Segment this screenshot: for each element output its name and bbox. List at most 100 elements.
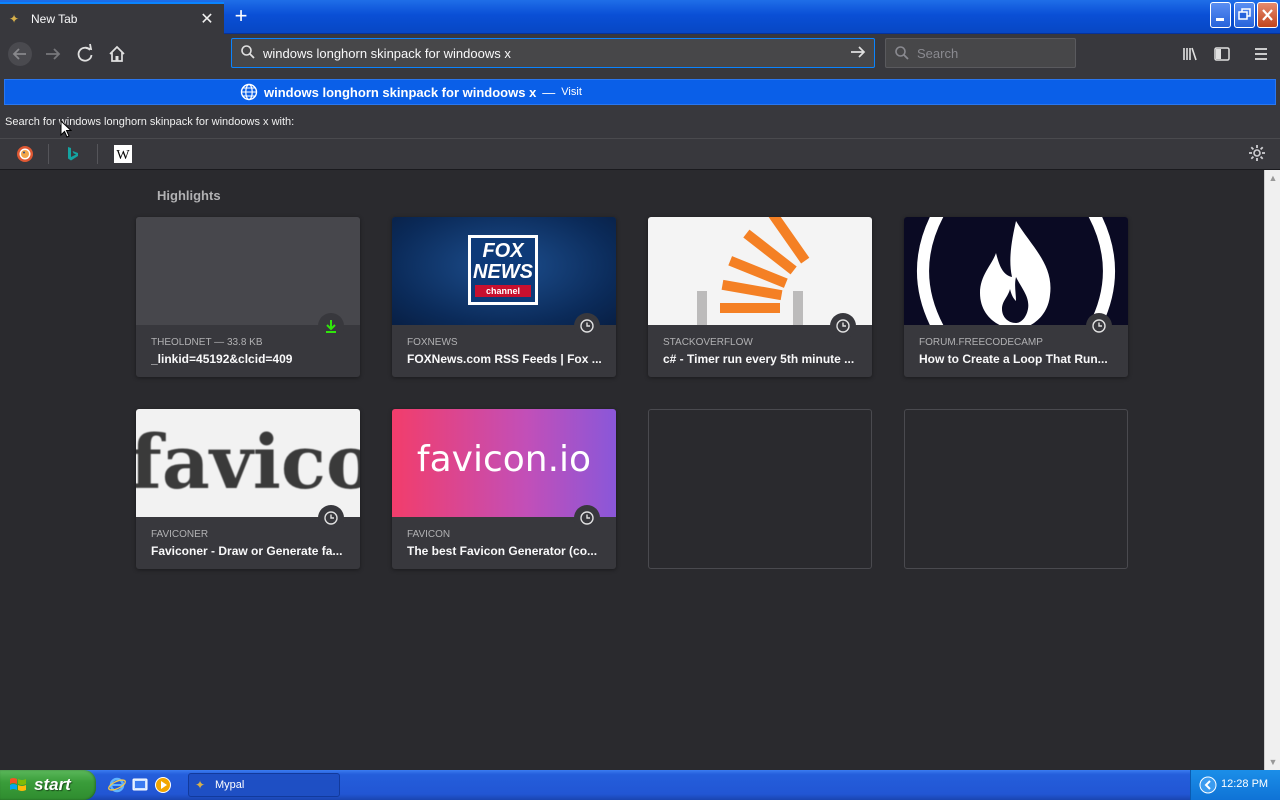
faviconer-logo-text: favico xyxy=(136,420,360,506)
search-bar[interactable] xyxy=(885,38,1076,68)
reload-button[interactable] xyxy=(72,41,98,67)
library-button[interactable] xyxy=(1177,41,1203,67)
gear-icon xyxy=(1249,145,1265,161)
card-title: How to Create a Loop That Run... xyxy=(919,352,1108,366)
reload-icon xyxy=(77,43,93,62)
card-thumbnail xyxy=(136,217,360,325)
windows-flag-icon xyxy=(10,778,26,791)
highlight-card[interactable]: STACKOVERFLOW c# - Timer run every 5th m… xyxy=(648,217,872,377)
download-icon xyxy=(326,320,336,333)
card-thumbnail: FOX NEWS channel xyxy=(392,217,616,325)
search-icon xyxy=(895,46,909,60)
clock-badge xyxy=(574,313,600,339)
engine-settings-button[interactable] xyxy=(1248,144,1266,162)
back-button[interactable] xyxy=(7,41,33,67)
start-button[interactable]: start xyxy=(0,770,96,800)
card-title: Faviconer - Draw or Generate fa... xyxy=(151,544,343,558)
card-source: FAVICON xyxy=(407,529,451,540)
card-thumbnail: favico xyxy=(136,409,360,517)
taskbar-item-mypal[interactable]: ✦ Mypal xyxy=(188,773,340,797)
show-desktop-icon[interactable] xyxy=(131,776,149,794)
library-icon xyxy=(1183,47,1197,61)
engine-separator xyxy=(97,144,98,164)
tab-close-button[interactable]: ✕ xyxy=(198,9,216,29)
go-arrow-icon xyxy=(851,46,866,58)
fox-logo-line2: NEWS xyxy=(473,261,533,283)
mouse-cursor-icon xyxy=(60,120,72,138)
suggestion-text: windows longhorn skinpack for windoows x xyxy=(264,84,537,100)
card-title: _linkid=45192&clcid=409 xyxy=(151,352,293,366)
clock-icon xyxy=(1092,319,1106,333)
home-icon xyxy=(109,45,125,62)
hamburger-menu-icon xyxy=(1255,48,1267,60)
media-player-icon[interactable] xyxy=(154,776,172,794)
start-label: start xyxy=(34,775,71,794)
home-button[interactable] xyxy=(104,41,130,67)
tab-title: New Tab xyxy=(31,12,78,26)
engine-separator xyxy=(48,144,49,164)
card-source: THEOLDNET — 33.8 KB xyxy=(151,337,263,348)
title-bar: ✦ New Tab ✕ + xyxy=(0,0,1280,34)
empty-highlight-slot xyxy=(904,409,1128,569)
taskbar: start ✦ Mypal 12:28 PM xyxy=(0,770,1280,800)
freecodecamp-logo xyxy=(917,217,1115,325)
search-engine-bar: W xyxy=(0,138,1280,166)
card-source: STACKOVERFLOW xyxy=(663,337,753,348)
download-badge xyxy=(318,313,344,339)
card-title: FOXNews.com RSS Feeds | Fox ... xyxy=(407,352,602,366)
tab-new-tab[interactable]: ✦ New Tab ✕ xyxy=(0,2,224,34)
empty-highlight-slot xyxy=(648,409,872,569)
minimize-button[interactable] xyxy=(1210,2,1231,28)
window-close-button[interactable] xyxy=(1257,2,1278,28)
new-tab-button[interactable]: + xyxy=(230,5,252,28)
go-button[interactable] xyxy=(848,42,868,62)
highlight-card[interactable]: THEOLDNET — 33.8 KB _linkid=45192&clcid=… xyxy=(136,217,360,377)
url-input[interactable] xyxy=(263,39,843,67)
suggestion-row[interactable]: windows longhorn skinpack for windoows x… xyxy=(4,79,1276,105)
url-bar[interactable] xyxy=(231,38,875,68)
visit-label: Visit xyxy=(561,86,582,98)
forward-arrow-icon xyxy=(46,48,61,60)
highlight-card[interactable]: FORUM.FREECODECAMP How to Create a Loop … xyxy=(904,217,1128,377)
scroll-down-arrow-icon[interactable]: ▼ xyxy=(1265,754,1280,770)
wikipedia-icon[interactable]: W xyxy=(114,145,132,163)
highlights-heading: Highlights xyxy=(157,188,221,203)
clock-badge xyxy=(830,313,856,339)
bing-icon[interactable] xyxy=(64,145,82,163)
suggestion-dash: — xyxy=(542,84,556,100)
clock-badge xyxy=(574,505,600,531)
fox-logo-line3: channel xyxy=(475,285,531,297)
vertical-scrollbar[interactable]: ▲ ▼ xyxy=(1264,170,1280,770)
clock-badge xyxy=(318,505,344,531)
highlight-card[interactable]: favicon.io FAVICON The best Favicon Gene… xyxy=(392,409,616,569)
clock: 12:28 PM xyxy=(1221,778,1269,790)
sidebar-toggle-button[interactable] xyxy=(1209,41,1235,67)
new-tab-content: Highlights THEOLDNET — 33.8 KB _linkid=4… xyxy=(0,170,1264,770)
highlight-card[interactable]: FOX NEWS channel FOXNEWS FOXNews.com RSS… xyxy=(392,217,616,377)
card-thumbnail: favicon.io xyxy=(392,409,616,517)
fox-news-logo: FOX NEWS channel xyxy=(468,235,538,305)
taskbar-item-label: Mypal xyxy=(215,779,245,791)
card-source: FOXNEWS xyxy=(407,337,458,348)
clock-icon xyxy=(580,511,594,525)
card-source: FAVICONER xyxy=(151,529,209,540)
restore-button[interactable] xyxy=(1234,2,1255,28)
fox-logo-line1: FOX xyxy=(482,240,524,262)
clock-icon xyxy=(836,319,850,333)
scroll-up-arrow-icon[interactable]: ▲ xyxy=(1265,170,1280,186)
duckduckgo-icon[interactable] xyxy=(16,145,34,163)
clock-icon xyxy=(324,511,338,525)
forward-button[interactable] xyxy=(40,41,66,67)
highlight-card[interactable]: favico FAVICONER Faviconer - Draw or Gen… xyxy=(136,409,360,569)
tray-arrow-icon[interactable] xyxy=(1199,776,1217,794)
search-with-label: Search for windows longhorn skinpack for… xyxy=(5,116,295,128)
navigation-toolbar xyxy=(0,34,1280,74)
menu-button[interactable] xyxy=(1248,41,1274,67)
clock-badge xyxy=(1086,313,1112,339)
card-title: The best Favicon Generator (co... xyxy=(407,544,598,558)
clock-icon xyxy=(580,319,594,333)
search-input[interactable] xyxy=(917,39,1067,67)
restore-icon xyxy=(1238,8,1251,20)
globe-icon xyxy=(240,83,258,101)
internet-explorer-icon[interactable] xyxy=(108,776,126,794)
